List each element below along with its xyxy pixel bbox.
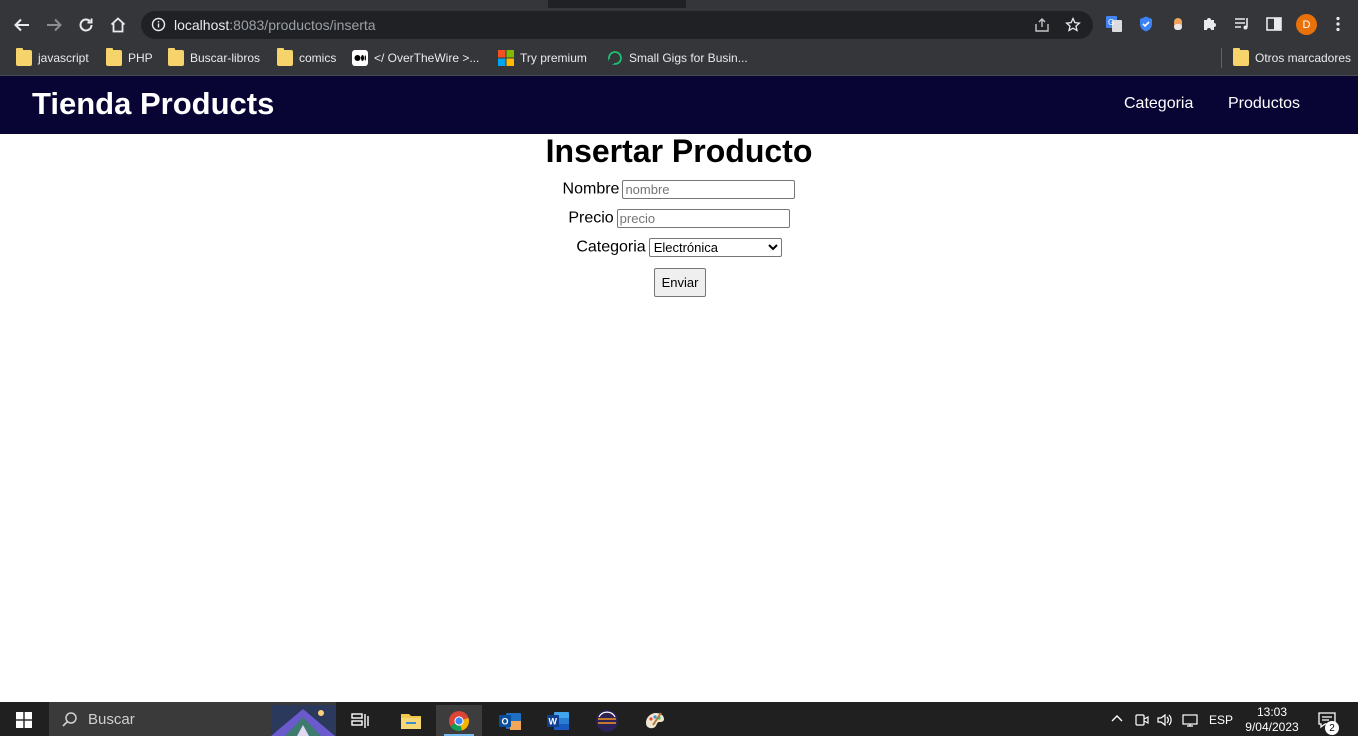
outlook-icon: O xyxy=(499,712,521,730)
clock-time: 13:03 xyxy=(1256,705,1288,719)
file-explorer-icon xyxy=(401,713,421,729)
site-info-icon[interactable] xyxy=(151,17,166,32)
bookmark-overthewire[interactable]: </ OverTheWire >... xyxy=(352,49,479,67)
bookmark-try-premium[interactable]: Try premium xyxy=(498,49,587,67)
windows-start-icon[interactable] xyxy=(16,712,32,728)
categoria-row: Categoria Electrónica xyxy=(0,238,1358,257)
bookmark-javascript[interactable]: javascript xyxy=(16,48,89,67)
back-button[interactable] xyxy=(10,13,34,37)
shield-extension-icon[interactable] xyxy=(1136,14,1156,34)
menu-kebab-icon[interactable] xyxy=(1328,14,1348,34)
bookmark-small-gigs[interactable]: Small Gigs for Busin... xyxy=(607,49,748,67)
eclipse-button[interactable] xyxy=(584,705,630,736)
svg-text:W: W xyxy=(549,716,558,726)
browser-toolbar: localhost:8083/productos/inserta G D xyxy=(0,8,1358,42)
forward-arrow-icon xyxy=(47,18,62,32)
bookmark-star-icon[interactable] xyxy=(1065,17,1081,33)
svg-text:G: G xyxy=(1108,18,1114,27)
nombre-input[interactable] xyxy=(622,180,796,199)
folder-icon xyxy=(1233,48,1249,66)
file-explorer-button[interactable] xyxy=(388,705,434,736)
chevron-up-icon[interactable] xyxy=(1110,712,1124,726)
eclipse-icon xyxy=(596,709,618,732)
notification-count-badge: 2 xyxy=(1325,721,1339,735)
clock-date: 9/04/2023 xyxy=(1245,720,1299,734)
folder-icon xyxy=(277,48,293,66)
word-icon: W xyxy=(547,711,569,730)
side-panel-icon[interactable] xyxy=(1264,14,1284,34)
url-text: localhost:8083/productos/inserta xyxy=(174,17,376,33)
media-control-icon[interactable] xyxy=(1232,14,1252,34)
task-view-icon xyxy=(351,712,369,728)
precio-row: Precio xyxy=(0,209,1358,228)
search-highlight-image xyxy=(271,705,335,736)
other-bookmarks[interactable]: Otros marcadores xyxy=(1233,48,1351,67)
folder-icon xyxy=(106,48,122,66)
share-icon[interactable] xyxy=(1034,17,1050,33)
network-icon[interactable] xyxy=(1181,712,1199,728)
volume-icon[interactable] xyxy=(1156,712,1174,728)
extension-icon[interactable] xyxy=(1168,14,1188,34)
reload-icon xyxy=(79,18,93,32)
nombre-label: Nombre xyxy=(562,180,620,198)
categoria-select[interactable]: Electrónica xyxy=(648,238,782,257)
paint-icon xyxy=(646,711,664,728)
home-button[interactable] xyxy=(106,13,130,37)
tab[interactable] xyxy=(0,0,548,8)
precio-input[interactable] xyxy=(616,209,790,228)
microsoft-icon xyxy=(498,50,514,66)
profile-avatar[interactable]: D xyxy=(1296,14,1317,35)
precio-label: Precio xyxy=(568,209,614,227)
back-arrow-icon xyxy=(14,18,29,32)
extensions-puzzle-icon[interactable] xyxy=(1200,14,1220,34)
chrome-button[interactable] xyxy=(436,705,482,736)
site-navbar: Tienda Products Categoria Productos xyxy=(0,76,1358,134)
search-placeholder: Buscar xyxy=(88,711,135,728)
windows-taskbar: Buscar O W ESP 13:03 9/04/2023 2 xyxy=(0,702,1358,736)
nombre-row: Nombre xyxy=(0,180,1358,199)
reload-button[interactable] xyxy=(74,13,98,37)
nav-link-categoria[interactable]: Categoria xyxy=(1124,95,1193,113)
tab[interactable] xyxy=(686,0,1358,8)
google-translate-icon[interactable]: G xyxy=(1104,14,1124,34)
bookmarks-divider xyxy=(1221,48,1222,68)
search-icon xyxy=(62,712,77,727)
bookmark-buscar-libros[interactable]: Buscar-libros xyxy=(168,48,260,67)
task-view-button[interactable] xyxy=(337,705,383,736)
nav-link-productos[interactable]: Productos xyxy=(1228,95,1300,113)
page-title: Insertar Producto xyxy=(545,133,813,169)
fiverr-icon xyxy=(608,51,622,65)
outlook-button[interactable]: O xyxy=(487,705,533,736)
home-icon xyxy=(110,17,126,33)
word-button[interactable]: W xyxy=(535,705,581,736)
system-clock[interactable]: 13:03 9/04/2023 xyxy=(1240,705,1304,735)
paint-button[interactable] xyxy=(632,705,678,736)
enviar-button[interactable]: Enviar xyxy=(654,268,706,297)
medium-icon xyxy=(352,50,368,66)
folder-icon xyxy=(168,48,184,66)
categoria-label: Categoria xyxy=(576,238,646,256)
bookmark-php[interactable]: PHP xyxy=(106,48,153,67)
site-brand[interactable]: Tienda Products xyxy=(32,86,274,122)
address-bar[interactable]: localhost:8083/productos/inserta xyxy=(141,11,1093,39)
forward-button[interactable] xyxy=(42,13,66,37)
bookmarks-bar: javascript PHP Buscar-libros comics </ O… xyxy=(0,42,1358,76)
chrome-icon xyxy=(449,710,469,731)
svg-text:O: O xyxy=(502,716,509,726)
folder-icon xyxy=(16,48,32,66)
language-indicator[interactable]: ESP xyxy=(1209,713,1233,727)
tab-strip xyxy=(0,0,1358,8)
taskbar-search-box[interactable]: Buscar xyxy=(49,702,336,736)
meet-now-icon[interactable] xyxy=(1134,712,1150,728)
bookmark-comics[interactable]: comics xyxy=(277,48,336,67)
